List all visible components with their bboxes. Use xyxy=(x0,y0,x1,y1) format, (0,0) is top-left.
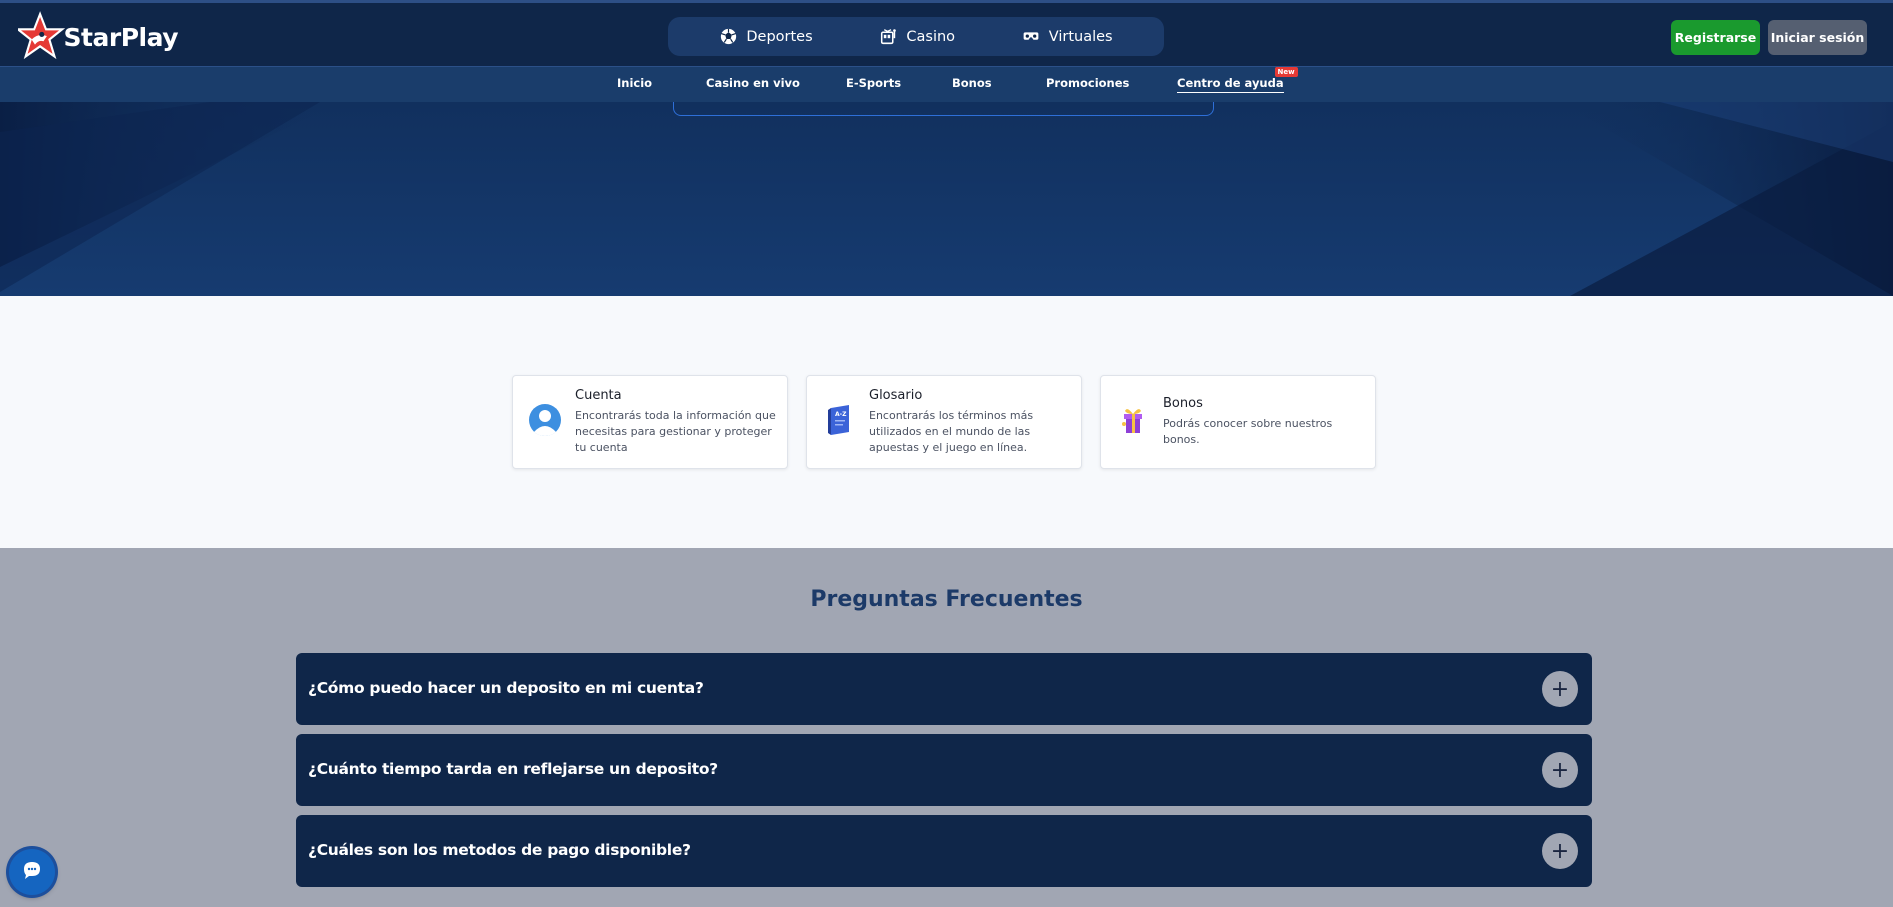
faq-question: ¿Cuánto tiempo tarda en reflejarse un de… xyxy=(308,760,718,778)
subnav-inicio[interactable]: Inicio xyxy=(617,76,652,90)
faq-item[interactable]: ¿Cómo puedo hacer un deposito en mi cuen… xyxy=(296,653,1592,725)
expand-plus-icon[interactable]: + xyxy=(1542,833,1578,869)
register-button[interactable]: Registrarse xyxy=(1671,20,1760,55)
subnav-promociones[interactable]: Promociones xyxy=(1046,76,1129,90)
subnav-casino-en-vivo[interactable]: Casino en vivo xyxy=(706,76,800,90)
glossary-book-icon: A-Z xyxy=(823,402,855,438)
nav-casino[interactable]: Casino xyxy=(879,28,955,46)
help-card-title: Glosario xyxy=(869,388,923,403)
help-card-title: Cuenta xyxy=(575,388,622,403)
nav-deportes-label: Deportes xyxy=(746,28,813,45)
new-badge: New xyxy=(1274,67,1298,77)
subnav-centro-de-ayuda-label: Centro de ayuda xyxy=(1177,76,1284,90)
hero-banner xyxy=(0,102,1893,296)
nav-virtuales[interactable]: Virtuales xyxy=(1022,28,1113,46)
gift-box-icon xyxy=(1117,402,1149,438)
svg-text:A-Z: A-Z xyxy=(835,411,847,418)
chat-bubble-icon xyxy=(22,860,42,884)
login-button[interactable]: Iniciar sesión xyxy=(1768,20,1867,55)
subnav-esports[interactable]: E-Sports xyxy=(846,76,901,90)
hero-background-shapes xyxy=(0,102,1893,296)
faq-item[interactable]: ¿Cuánto tiempo tarda en reflejarse un de… xyxy=(296,734,1592,806)
faq-heading: Preguntas Frecuentes xyxy=(810,587,1083,612)
help-card-title: Bonos xyxy=(1163,396,1203,411)
faq-item[interactable]: ¿Cuáles son los metodos de pago disponib… xyxy=(296,815,1592,887)
subnav-bonos[interactable]: Bonos xyxy=(952,76,992,90)
search-bar[interactable] xyxy=(673,102,1214,116)
nav-virtuales-label: Virtuales xyxy=(1048,28,1113,45)
main-nav: Deportes Casino Virtuales xyxy=(668,17,1164,56)
help-card-glosario[interactable]: A-Z Glosario Encontrarás los términos má… xyxy=(806,375,1082,469)
faq-question: ¿Cómo puedo hacer un deposito en mi cuen… xyxy=(308,679,704,697)
help-card-cuenta[interactable]: Cuenta Encontrarás toda la información q… xyxy=(512,375,788,469)
chat-button[interactable] xyxy=(9,849,55,895)
brand-name: StarPlay xyxy=(63,22,179,52)
slot-machine-icon xyxy=(879,28,897,46)
help-card-description: Encontrarás toda la información que nece… xyxy=(575,409,776,454)
starplay-logo[interactable]: StarPlay xyxy=(18,11,179,63)
subnav-centro-de-ayuda[interactable]: Centro de ayuda New xyxy=(1177,67,1298,93)
nav-deportes[interactable]: Deportes xyxy=(719,28,813,46)
sub-nav: Inicio Casino en vivo E-Sports Bonos Pro… xyxy=(0,66,1893,102)
help-categories: Cuenta Encontrarás toda la información q… xyxy=(0,296,1893,548)
help-card-description: Podrás conocer sobre nuestros bonos. xyxy=(1163,417,1333,446)
soccer-ball-icon xyxy=(719,28,737,46)
top-header: StarPlay Deportes Casino Virtuales Regis… xyxy=(0,0,1893,66)
faq-question: ¿Cuáles son los metodos de pago disponib… xyxy=(308,841,691,859)
user-avatar-icon xyxy=(529,402,561,438)
expand-plus-icon[interactable]: + xyxy=(1542,671,1578,707)
expand-plus-icon[interactable]: + xyxy=(1542,752,1578,788)
nav-casino-label: Casino xyxy=(906,28,956,45)
vr-goggles-icon xyxy=(1022,28,1040,46)
help-card-bonos[interactable]: Bonos Podrás conocer sobre nuestros bono… xyxy=(1100,375,1376,469)
help-card-description: Encontrarás los términos más utilizados … xyxy=(869,409,1034,454)
star-logo-icon xyxy=(18,11,66,60)
